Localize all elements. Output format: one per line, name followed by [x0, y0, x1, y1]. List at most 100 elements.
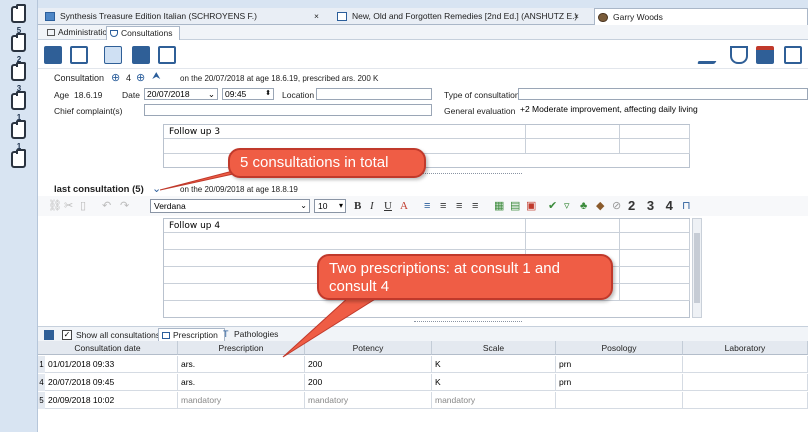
posology-cell[interactable]: prn [556, 374, 683, 391]
time-field[interactable]: 09:45 ⬍ [222, 88, 274, 100]
align-center-icon[interactable]: ≡ [440, 199, 446, 213]
column-header[interactable]: Scale [432, 341, 556, 355]
save-icon[interactable] [44, 46, 62, 64]
table-row[interactable]: 5 20/09/2018 10:02 mandatory mandatory m… [38, 392, 808, 409]
posology-cell[interactable] [556, 392, 683, 409]
note-cell[interactable] [620, 267, 690, 284]
table-insert-icon[interactable]: ▦ [494, 199, 504, 213]
date-cell[interactable]: 01/01/2018 09:33 [45, 356, 178, 373]
table-icon[interactable] [132, 46, 150, 64]
bold-icon[interactable]: B [354, 199, 361, 213]
prescription-cell[interactable]: ars. [178, 374, 305, 391]
expand-icon[interactable]: ⌄ [152, 182, 161, 195]
note-cell[interactable] [620, 219, 690, 233]
table-row[interactable]: 1 01/01/2018 09:33 ars. 200 K prn [38, 356, 808, 373]
note-cell[interactable] [620, 125, 690, 139]
scrollbar[interactable] [692, 218, 702, 318]
filter-icon[interactable]: ▿ [564, 199, 570, 213]
previous-icon[interactable]: ⊕ [111, 71, 120, 84]
column-header[interactable]: Potency [305, 341, 432, 355]
laboratory-cell[interactable] [683, 374, 808, 391]
laboratory-cell[interactable] [683, 356, 808, 373]
spinner-icon[interactable]: ⬍ [265, 89, 271, 99]
note-cell[interactable] [526, 139, 620, 154]
date-cell[interactable]: 20/07/2018 09:45 [45, 374, 178, 391]
mineral-icon[interactable]: ◆ [596, 199, 604, 213]
potency-cell[interactable]: 200 [305, 374, 432, 391]
tab-synthesis[interactable]: Synthesis Treasure Edition Italian (SCHR… [42, 8, 342, 25]
column-header[interactable]: Consultation date [38, 341, 178, 355]
italic-icon[interactable]: I [370, 199, 374, 213]
undo-icon[interactable]: ↶ [102, 199, 111, 213]
note-cell[interactable] [620, 250, 690, 267]
pipette-icon[interactable] [696, 46, 726, 64]
date-field[interactable]: 20/07/2018 ⌄ [144, 88, 218, 100]
tab-prescription[interactable]: Prescription [158, 328, 225, 342]
align-right-icon[interactable]: ≡ [456, 199, 462, 213]
edit-add-icon[interactable] [70, 46, 88, 64]
general-eval-field[interactable]: +2 Moderate improvement, affecting daily… [518, 104, 808, 116]
laboratory-cell[interactable] [683, 392, 808, 409]
potency-cell[interactable]: mandatory [305, 392, 432, 409]
font-size-select[interactable]: 10 ▾ [314, 199, 346, 213]
scale-cell[interactable]: K [432, 356, 556, 373]
notes-icon[interactable] [784, 46, 802, 64]
delete-icon[interactable]: ▣ [526, 199, 536, 213]
flask-icon[interactable] [730, 46, 748, 64]
double-up-icon[interactable]: ⮝ [152, 71, 161, 82]
posology-cell[interactable]: prn [556, 356, 683, 373]
next-icon[interactable]: ⊕ [136, 71, 145, 84]
justify-icon[interactable]: ≡ [472, 199, 478, 213]
tab-pathologies[interactable]: T Pathologies [220, 328, 284, 342]
note-cell[interactable] [526, 219, 620, 233]
prescription-cell[interactable]: mandatory [178, 392, 305, 409]
date-cell[interactable]: 20/09/2018 10:02 [45, 392, 178, 409]
cut-icon[interactable]: ✂ [64, 199, 73, 213]
column-header[interactable]: Laboratory [683, 341, 808, 355]
plant-icon[interactable]: ♣ [580, 199, 587, 213]
dropdown-icon[interactable]: ⌄ [208, 89, 215, 99]
paste-icon[interactable]: ▯ [80, 199, 86, 213]
clipboard-icon[interactable] [11, 149, 26, 168]
clipboard-icon[interactable] [11, 33, 26, 52]
pencil-icon[interactable] [104, 46, 122, 64]
note-cell[interactable] [526, 233, 620, 250]
show-all-checkbox[interactable]: ✓ [62, 330, 72, 340]
column-header[interactable]: Prescription [178, 341, 305, 355]
scale-cell[interactable]: K [432, 374, 556, 391]
potency-cell[interactable]: 200 [305, 356, 432, 373]
clipboard-icon[interactable] [11, 62, 26, 81]
close-icon[interactable]: × [314, 8, 319, 25]
clipboard-icon[interactable] [11, 120, 26, 139]
column-header[interactable]: Posology [556, 341, 683, 355]
balance-icon[interactable] [158, 46, 176, 64]
chief-complaint-field[interactable] [144, 104, 432, 116]
clipboard-icon[interactable] [11, 91, 26, 110]
text-color-icon[interactable]: A [400, 199, 408, 213]
align-left-icon[interactable]: ≡ [424, 199, 430, 213]
note-cell[interactable] [526, 125, 620, 139]
save-icon[interactable] [44, 330, 54, 340]
table-row[interactable]: 4 20/07/2018 09:45 ars. 200 K prn [38, 374, 808, 391]
note-cell[interactable] [620, 284, 690, 301]
link-icon[interactable]: ⛓ [48, 199, 62, 213]
underline-icon[interactable]: U [384, 199, 392, 213]
note-cell[interactable] [620, 233, 690, 250]
insert-row-icon[interactable]: ▤ [510, 199, 520, 213]
tab-remedies[interactable]: New, Old and Forgotten Remedies [2nd Ed.… [334, 8, 604, 25]
check-icon[interactable]: ✔ [548, 199, 557, 213]
font-select[interactable]: Verdana ⌄ [150, 199, 310, 213]
clipboard-icon[interactable] [11, 4, 26, 23]
scrollbar-thumb[interactable] [694, 233, 700, 303]
tab-consultations[interactable]: Consultations [106, 26, 180, 40]
degree-buttons[interactable]: 2 3 4 [628, 199, 677, 213]
table-icon[interactable]: ⊓ [682, 199, 691, 213]
attach-icon[interactable]: ⊘ [612, 199, 621, 213]
scale-cell[interactable]: mandatory [432, 392, 556, 409]
note-cell[interactable] [620, 139, 690, 154]
redo-icon[interactable]: ↷ [120, 199, 129, 213]
pharmacy-icon[interactable] [756, 46, 774, 64]
prescription-cell[interactable]: ars. [178, 356, 305, 373]
close-icon[interactable]: × [574, 8, 579, 25]
location-field[interactable] [316, 88, 432, 100]
